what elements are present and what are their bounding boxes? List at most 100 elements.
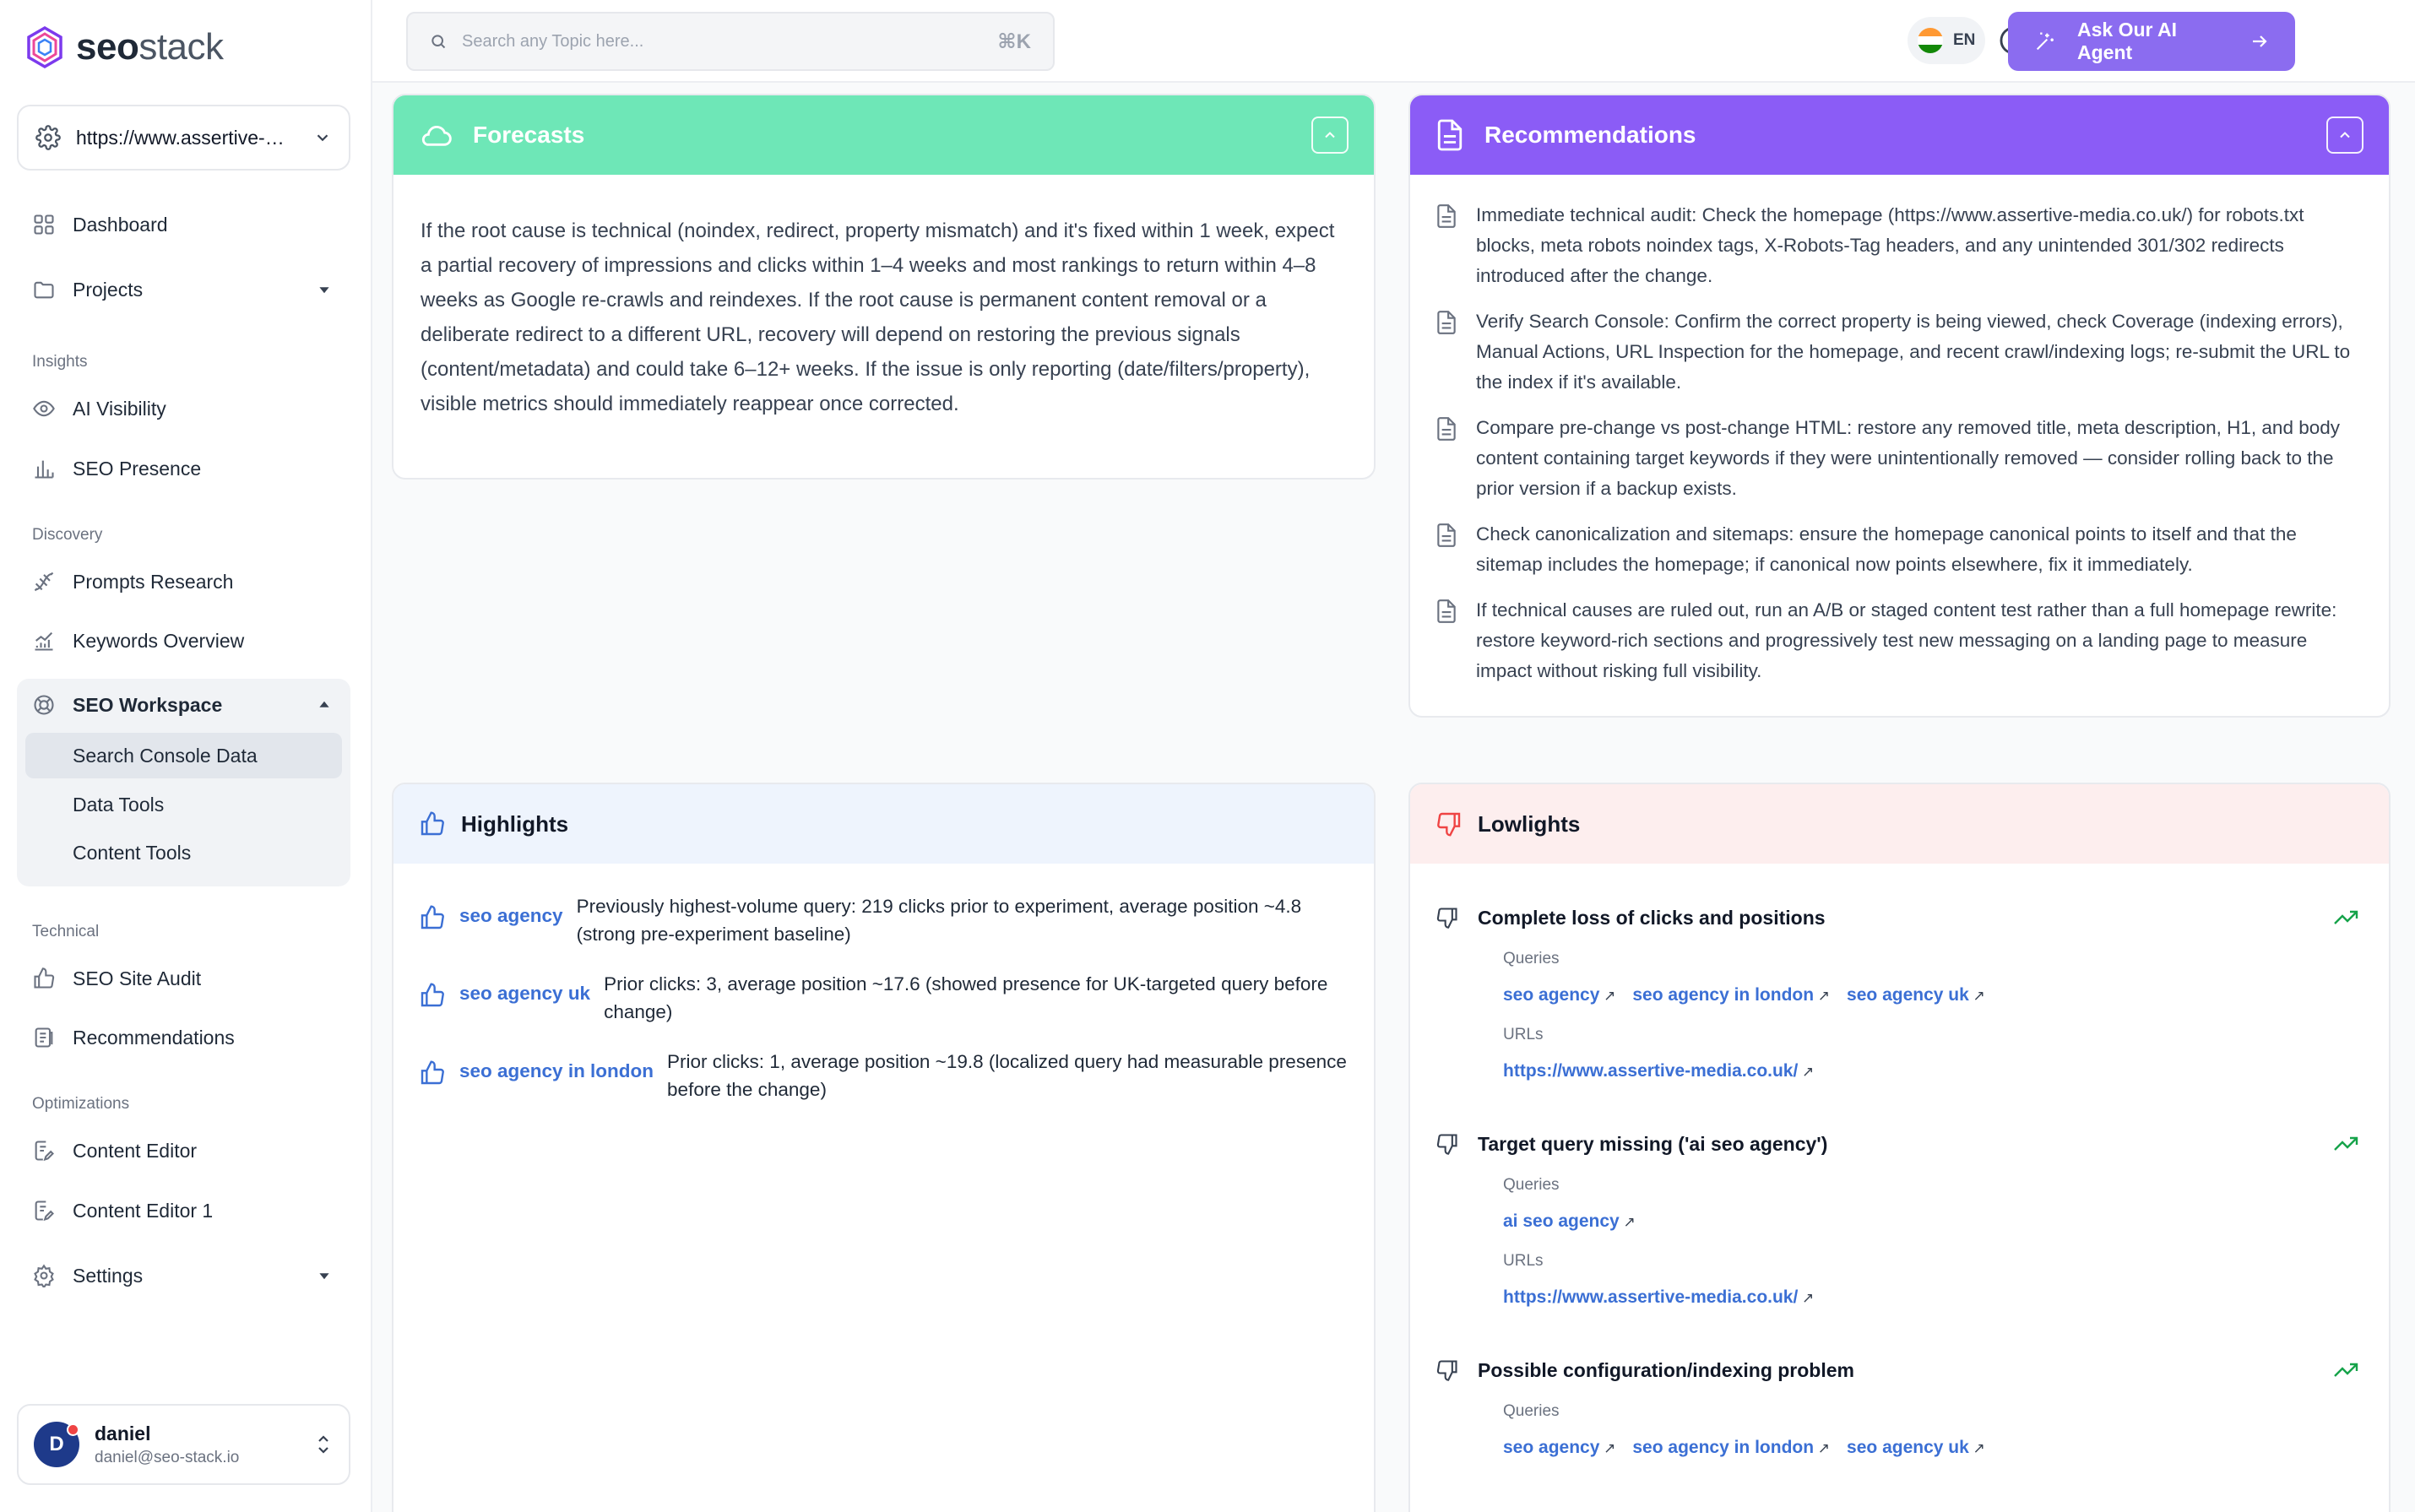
url-link[interactable]: https://www.assertive-media.co.uk/ [1503,1061,1814,1081]
caret-down-icon [319,287,329,294]
trend-up-icon [2334,1363,2358,1377]
logo-icon [27,25,62,69]
search-input[interactable]: Search any Topic here... [462,32,982,51]
list-item: seo agency uk Prior clicks: 3, average p… [419,970,1349,1026]
document-icon [1437,204,1456,228]
chevron-up-icon [1325,132,1335,138]
lowlight-title: Target query missing ('ai seo agency') [1478,1132,1828,1155]
language-code: EN [1953,31,1976,49]
sidebar-item-seo-site-audit[interactable]: SEO Site Audit [17,952,350,1005]
query-link[interactable]: ai seo agency [1503,1211,1636,1232]
urls-label: URLs [1503,1252,1544,1270]
sidebar-subitem-data-tools[interactable]: Data Tools [25,782,342,827]
sidebar-item-recommendations[interactable]: Recommendations [17,1011,350,1064]
avatar: D [34,1422,79,1467]
query-link[interactable]: seo agency uk [1847,1438,1985,1458]
folder-icon [34,281,54,299]
url-link[interactable]: https://www.assertive-media.co.uk/ [1503,1287,1814,1308]
queries-label: Queries [1503,950,1560,967]
recommendation-text: Immediate technical audit: Check the hom… [1476,204,2304,286]
section-label-optimizations: Optimizations [32,1095,130,1113]
gear-icon [35,125,61,150]
query-link[interactable]: seo agency uk [459,983,590,1005]
gear-icon [34,1264,54,1287]
sidebar-item-seo-presence[interactable]: SEO Presence [17,442,350,495]
section-label-discovery: Discovery [32,526,103,544]
section-label-insights: Insights [32,353,88,371]
chevron-up-icon [2340,132,2350,138]
thumbs-down-icon [1436,1134,1457,1155]
sidebar-item-dashboard[interactable]: Dashboard [17,198,350,251]
url-links: https://www.assertive-media.co.uk/ [1503,1061,2358,1081]
query-link[interactable]: seo agency [459,905,563,927]
lowlight-details: Queries seo agency seo agency in london … [1503,950,2358,1081]
user-name: daniel [95,1422,151,1444]
collapse-button[interactable] [1311,117,1349,154]
user-info: daniel daniel@seo-stack.io [95,1423,298,1467]
india-flag-icon [1918,28,1943,53]
sidebar-item-label: SEO Workspace [73,693,223,716]
query-link[interactable]: seo agency [1503,985,1615,1005]
sidebar-item-label: SEO Presence [73,457,202,480]
bar-chart-icon [35,460,54,479]
sidebar-item-label: SEO Site Audit [73,967,202,989]
query-link[interactable]: seo agency in london [1632,985,1830,1005]
highlights-header: Highlights [393,784,1374,864]
lowlight-title: Complete loss of clicks and positions [1478,906,1826,929]
trend-up-icon [2334,1136,2358,1151]
sidebar-item-label: Projects [73,278,144,301]
site-url: https://www.assertive-media.co.uk/ [76,126,298,149]
document-icon [1437,523,1456,547]
cloud-icon [421,125,452,146]
caret-up-icon [319,701,329,707]
dna-icon [34,572,54,592]
query-link[interactable]: seo agency in london [459,1060,654,1082]
thumbs-up-icon [34,967,55,989]
sidebar-item-ai-visibility[interactable]: AI Visibility [17,382,350,435]
sidebar-item-label: Content Tools [73,841,192,864]
document-icon [1437,311,1456,334]
sidebar-item-label: Search Console Data [73,744,258,767]
sidebar-item-prompts-research[interactable]: Prompts Research [17,555,350,608]
sidebar-item-label: Content Editor [73,1139,198,1162]
sidebar-item-content-editor[interactable]: Content Editor [17,1125,350,1177]
highlights-title: Highlights [461,810,569,837]
sidebar-item-label: Dashboard [73,213,168,236]
user-menu[interactable]: D daniel daniel@seo-stack.io [17,1404,350,1485]
lowlight-title-row: Complete loss of clicks and positions [1435,906,2358,929]
sidebar-item-content-editor-1[interactable]: Content Editor 1 [17,1184,350,1237]
chevron-up-down-icon [318,1435,328,1454]
sidebar-subitem-content-tools[interactable]: Content Tools [25,830,342,875]
search-bar[interactable]: Search any Topic here... ⌘K [406,12,1055,71]
recommendations-title: Recommendations [1484,122,1696,148]
edit-document-icon [35,1200,54,1222]
query-links: seo agency seo agency in london seo agen… [1503,1438,2358,1458]
site-selector[interactable]: https://www.assertive-media.co.uk/ [17,105,350,171]
ai-button-label: Ask Our AI Agent [2077,19,2178,63]
language-selector[interactable]: EN [1908,17,1985,64]
lowlight-title: Possible configuration/indexing problem [1478,1358,1854,1381]
arrow-right-icon [2253,35,2267,47]
sidebar-item-settings[interactable]: Settings [17,1249,350,1302]
urls-label: URLs [1503,1026,1544,1043]
query-link[interactable]: seo agency uk [1847,985,1985,1005]
sidebar-item-label: Data Tools [73,793,165,816]
thumbs-down-icon [1436,1360,1457,1381]
sidebar-item-seo-workspace[interactable]: SEO Workspace [17,679,350,731]
query-links: ai seo agency [1503,1211,2358,1232]
edit-document-icon [35,1141,54,1162]
sidebar-subitem-search-console-data[interactable]: Search Console Data [25,733,342,778]
logo[interactable]: seostack [25,25,224,69]
query-link[interactable]: seo agency [1503,1438,1615,1458]
sidebar-item-keywords-overview[interactable]: Keywords Overview [17,615,350,667]
ask-ai-agent-button[interactable]: Ask Our AI Agent [2008,12,2295,71]
collapse-button[interactable] [2326,117,2363,154]
lifebuoy-icon [34,695,54,715]
recommendation-text: Check canonicalization and sitemaps: ens… [1476,523,2297,575]
lowlights-header: Lowlights [1410,784,2389,864]
query-link[interactable]: seo agency in london [1632,1438,1830,1458]
trend-chart-icon [35,631,53,651]
lowlight-details: Queries seo agency seo agency in london … [1503,1402,2358,1458]
sidebar-item-projects[interactable]: Projects [17,263,350,316]
thumbs-up-icon [421,905,444,929]
